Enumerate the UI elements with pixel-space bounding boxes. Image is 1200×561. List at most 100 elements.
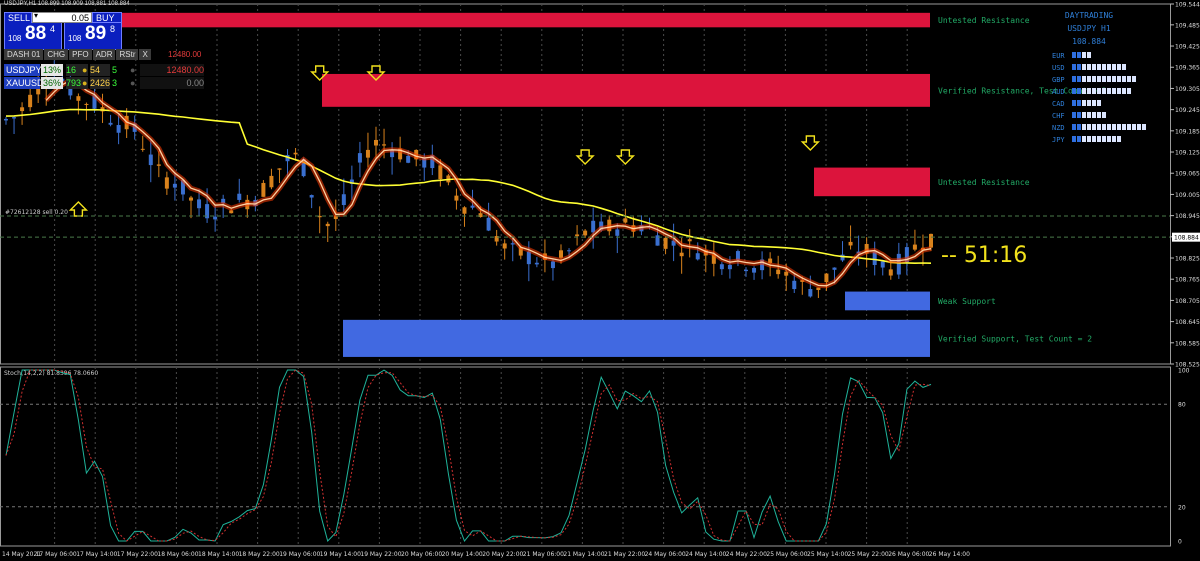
tab-pfo[interactable]: PFO [69,49,92,60]
candle-body [341,194,346,206]
price-tick-label: 109.305 [1175,86,1200,93]
candle-body [357,153,362,163]
strength-bar [1102,136,1106,142]
dot-icon: ● [130,65,136,75]
pct-value: 13% [41,64,63,76]
price-tick-label: 109.005 [1175,192,1200,199]
stoch-label: Stoch(14,2,2) 81.8396 78.0660 [4,370,98,377]
candle-body [76,96,81,101]
strength-bar [1117,76,1121,82]
dashboard-tabs: DASH 01 CHG PFO ADR RStr X [4,49,151,60]
strength-bar [1077,88,1081,94]
candle-body [189,197,193,201]
candle-body [4,118,8,121]
candle-body [776,269,781,275]
candle-body [623,218,628,223]
lot-size-input[interactable]: 0.05 [32,12,92,23]
total-profit: 12480.00 [168,50,202,59]
strength-bar [1077,64,1081,70]
buy-button[interactable]: BUY [92,12,122,23]
candle-body [462,207,467,214]
strength-bar [1087,88,1091,94]
time-tick-label: 18 May 14:00 [198,551,239,558]
sell-price[interactable]: 108 88 4 [4,23,62,50]
strength-bar [1087,124,1091,130]
strength-bar [1092,124,1096,130]
zone-label: Weak Support [938,297,996,306]
tab-chg[interactable]: CHG [44,49,69,60]
candle-body [559,250,563,258]
time-tick-label: 19 May 06:00 [279,551,320,558]
strength-bar [1072,52,1076,58]
symbol-label[interactable]: XAUUSD [4,77,44,89]
tab-adr[interactable]: ADR [92,49,116,60]
candle-body [840,254,845,261]
strength-bar [1112,64,1116,70]
candle-body [382,144,387,146]
tab-rstr[interactable]: RStr [116,49,139,60]
candle-body [752,268,757,273]
candle-body [534,262,539,265]
candle-body [28,94,33,108]
strength-bar [1087,52,1091,58]
time-tick-label: 20 May 22:00 [482,551,523,558]
candle-body [277,168,282,170]
buy-price[interactable]: 108 89 8 [64,23,122,50]
strength-title: DAYTRADING [1065,11,1113,20]
candle-body [591,220,596,233]
strength-bar [1107,88,1111,94]
candle-body [140,148,145,150]
candle-body [502,243,507,249]
value-3: 3 [112,78,118,88]
strength-bar [1072,76,1076,82]
dashboard-row[interactable]: USDJPY 13% 16 ● 54 5 ● 12480.00 [4,64,204,76]
stochastic-indicator: Stoch(14,2,2) 81.8396 78.0660 100 80 20 0 [0,368,1190,546]
fast-ma-line [45,79,932,287]
strength-bar [1092,112,1096,118]
header-text: USDJPY,H1 108.899 108.909 108.881 108.88… [4,1,130,7]
strength-bar [1107,76,1111,82]
price-tick-label: 109.065 [1175,171,1200,178]
strength-bar [1117,124,1121,130]
candle-body [929,233,933,248]
candle-body [164,177,169,189]
close-icon[interactable]: X [139,49,151,60]
candle-body [269,175,274,188]
strength-bar [1122,64,1126,70]
stoch-tick-label: 20 [1178,504,1186,511]
time-tick-label: 24 May 22:00 [726,551,767,558]
strength-bar [1122,76,1126,82]
candle-body [486,217,491,231]
price-tick-label: 108.525 [1175,362,1200,369]
stoch-main-line [5,369,932,542]
symbol-label[interactable]: USDJPY [4,64,42,76]
strength-bar [1117,88,1121,94]
dashboard-row[interactable]: XAUUSD 36% 793 ● 2426 3 ● 0.00 [4,77,204,89]
price-tick-label: 109.544 [1175,2,1200,9]
strength-bar [1087,112,1091,118]
strength-bar [1077,112,1081,118]
candle-body [172,183,177,188]
strength-bar [1072,136,1076,142]
price-tick-label: 108.945 [1175,213,1200,220]
candle-body [156,164,161,166]
candle-body [880,261,885,268]
price-tick-label: 108.705 [1175,298,1200,305]
price-tick-label: 109.245 [1175,107,1200,114]
strength-bar [1107,64,1111,70]
candle-body [808,289,813,297]
strength-bar [1112,76,1116,82]
candle-body [116,125,121,133]
lot-down-icon[interactable]: ▾ [34,11,38,20]
candle-body [406,155,411,163]
strength-bar [1072,112,1076,118]
strength-bar [1072,64,1076,70]
strength-bar [1092,88,1096,94]
currency-label: NZD [1052,124,1065,132]
strength-bar [1102,64,1106,70]
tab-dash[interactable]: DASH 01 [4,49,44,60]
time-tick-label: 21 May 14:00 [563,551,604,558]
candle-body [365,149,370,158]
time-tick-label: 17 May 22:00 [117,551,158,558]
candle-body [583,230,588,236]
